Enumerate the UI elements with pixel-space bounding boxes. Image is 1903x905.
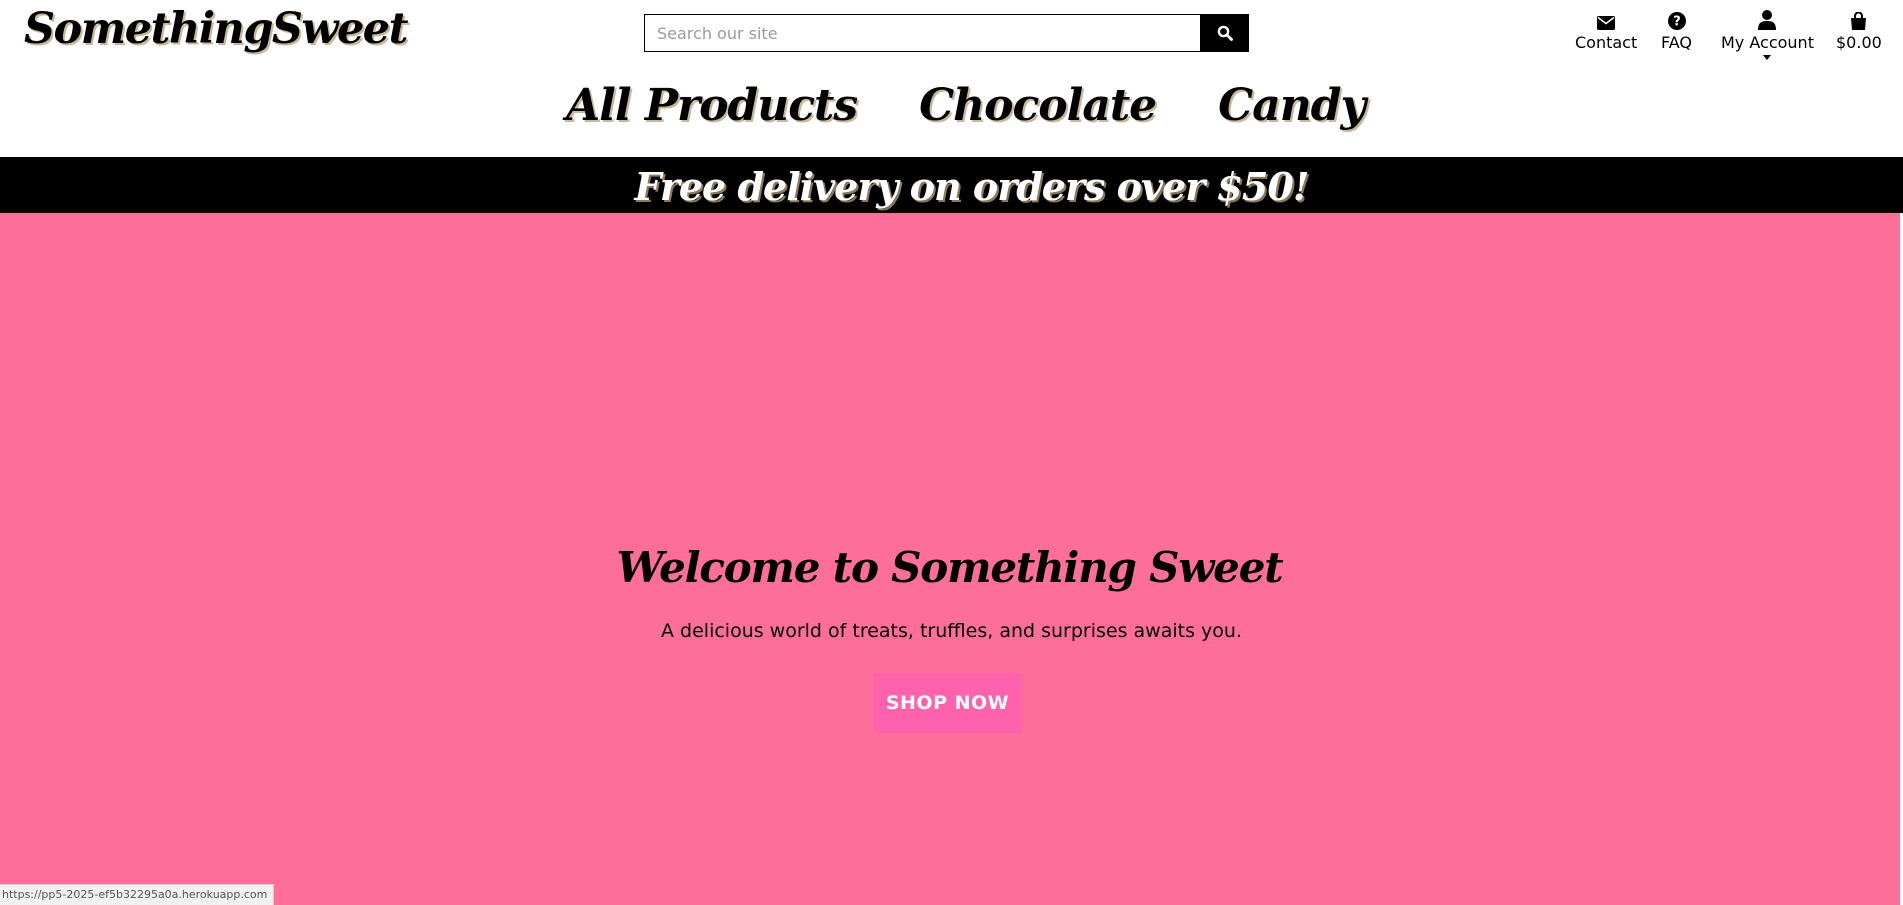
question-circle-icon: ? bbox=[1667, 8, 1686, 30]
site-header: SomethingSweet Contact ? FAQ bbox=[0, 0, 1903, 157]
main-nav: All Products Chocolate Candy bbox=[0, 80, 1903, 131]
user-icon bbox=[1758, 8, 1777, 30]
hero-title: Welcome to Something Sweet bbox=[616, 543, 1284, 592]
search-form bbox=[644, 14, 1249, 52]
promo-banner: Free delivery on orders over $50! bbox=[0, 157, 1903, 213]
cart-total: $0.00 bbox=[1836, 33, 1882, 52]
cart-link[interactable]: $0.00 bbox=[1836, 8, 1882, 52]
contact-label: Contact bbox=[1575, 33, 1638, 52]
my-account-label: My Account bbox=[1721, 33, 1814, 52]
search-button[interactable] bbox=[1200, 14, 1249, 52]
my-account-dropdown[interactable]: My Account bbox=[1721, 8, 1814, 60]
faq-link[interactable]: ? FAQ bbox=[1661, 8, 1692, 52]
chevron-down-icon bbox=[1763, 55, 1772, 60]
hero-section: Welcome to Something Sweet A delicious w… bbox=[0, 213, 1903, 905]
nav-candy[interactable]: Candy bbox=[1218, 80, 1366, 131]
search-input[interactable] bbox=[644, 14, 1200, 52]
contact-link[interactable]: Contact bbox=[1575, 8, 1637, 52]
faq-label: FAQ bbox=[1661, 33, 1692, 52]
promo-text: Free delivery on orders over $50! bbox=[634, 163, 1310, 209]
shop-now-button[interactable]: SHOP NOW bbox=[874, 673, 1021, 733]
nav-all-products[interactable]: All Products bbox=[566, 80, 858, 131]
status-bar-url: https://pp5-2025-ef5b32295a0a.herokuapp.… bbox=[0, 884, 275, 905]
shopping-bag-icon bbox=[1850, 8, 1867, 30]
nav-chocolate[interactable]: Chocolate bbox=[919, 80, 1157, 131]
envelope-icon bbox=[1597, 8, 1616, 30]
svg-text:?: ? bbox=[1673, 15, 1681, 30]
hero-subtitle: A delicious world of treats, truffles, a… bbox=[661, 620, 1242, 642]
search-icon bbox=[1217, 25, 1233, 41]
site-logo[interactable]: SomethingSweet bbox=[24, 4, 409, 54]
